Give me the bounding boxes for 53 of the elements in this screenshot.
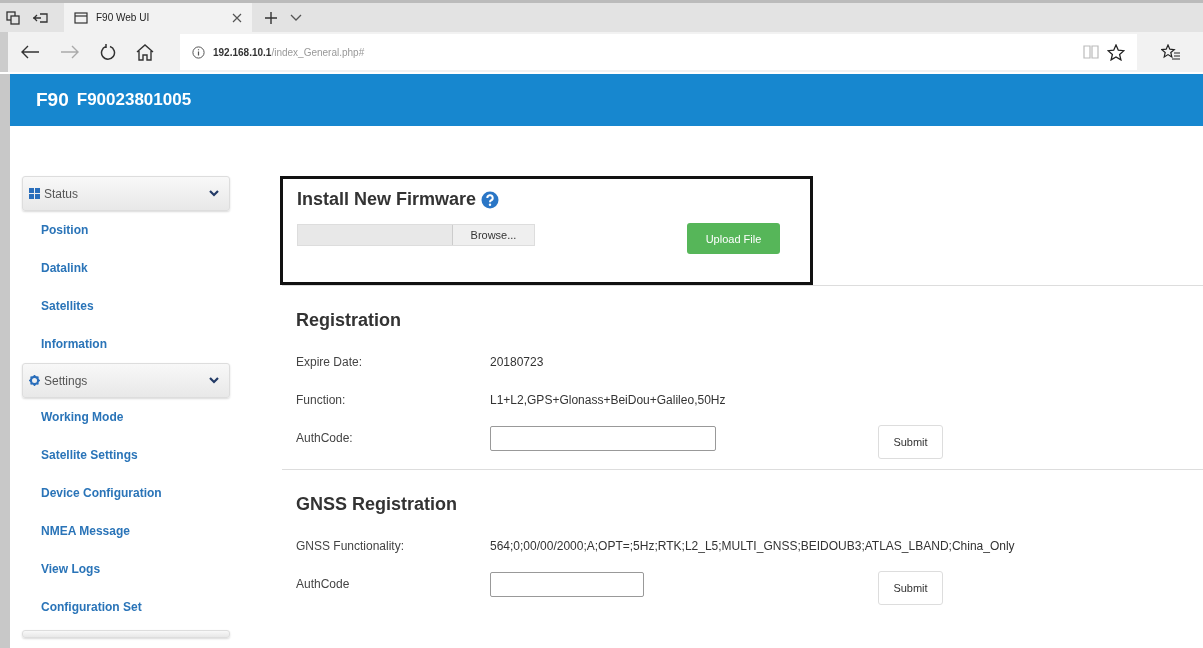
field-value: 564;0;00/00/2000;A;OPT=;5Hz;RTK;L2_L5;MULTI_GNSS;BEIDOUB3;ATLAS_LBAND;China_Only — [490, 539, 1015, 553]
model-name: F90 — [36, 89, 69, 111]
field-label: AuthCode — [296, 577, 351, 591]
submit-button[interactable]: Submit — [878, 571, 943, 605]
field-label: Expire Date: — [296, 355, 364, 369]
chevron-down-icon — [209, 190, 219, 197]
menu-link[interactable]: Satellites — [22, 287, 94, 325]
field-label: GNSS Functionality: — [296, 539, 406, 553]
menu-link[interactable]: Working Mode — [22, 398, 124, 436]
url-text: 192.168.10.1/index_General.php# — [213, 46, 365, 58]
address-bar[interactable]: 192.168.10.1/index_General.php# — [180, 34, 1137, 70]
tab-windows-icon[interactable] — [6, 10, 20, 25]
home-icon[interactable] — [136, 43, 154, 61]
menu-link[interactable]: Device Configuration — [22, 474, 162, 512]
back-arrow-icon[interactable] — [20, 45, 40, 59]
menu-link[interactable]: Satellite Settings — [22, 436, 138, 474]
menu-section-header[interactable]: Settings — [22, 363, 230, 398]
menu-link[interactable]: View Logs — [22, 550, 101, 588]
star-icon[interactable] — [1107, 43, 1125, 61]
input-field[interactable] — [490, 425, 716, 451]
set-aside-tabs-icon[interactable] — [32, 11, 48, 24]
refresh-icon[interactable] — [100, 43, 116, 61]
serial-number: F90023801005 — [76, 90, 192, 110]
field-label: AuthCode: — [296, 431, 354, 445]
browse-button[interactable]: Browse... — [452, 225, 534, 245]
grid-icon — [29, 188, 40, 199]
tab-title: F90 Web UI — [96, 12, 151, 23]
chevron-down-icon[interactable] — [290, 13, 302, 22]
upload-file-button[interactable]: Upload File — [687, 223, 780, 254]
file-input[interactable]: Browse... — [297, 224, 535, 246]
close-icon[interactable] — [232, 12, 242, 23]
gear-icon — [29, 375, 40, 386]
menu-link[interactable]: NMEA Message — [22, 512, 130, 550]
field-value: 20180723 — [490, 355, 544, 369]
menu-link[interactable]: Configuration Set — [22, 588, 142, 626]
info-icon — [192, 45, 205, 59]
browser-tab[interactable]: F90 Web UI — [64, 3, 252, 32]
help-icon[interactable] — [481, 190, 500, 209]
menu-section-header[interactable]: Status — [22, 176, 230, 211]
field-label: Function: — [296, 393, 347, 407]
page-icon — [74, 11, 88, 24]
section-title: GNSS Registration — [296, 494, 459, 515]
favorites-list-icon[interactable] — [1161, 43, 1181, 61]
submit-button[interactable]: Submit — [878, 425, 943, 459]
input-field[interactable] — [490, 571, 644, 597]
menu-link[interactable]: Information — [22, 325, 107, 363]
menu-link[interactable]: Position — [22, 211, 89, 249]
section-title: Registration — [296, 310, 402, 331]
new-tab-icon[interactable] — [264, 10, 278, 25]
field-value: L1+L2,GPS+Glonass+BeiDou+Galileo,50Hz — [490, 393, 726, 407]
section-title: Install New Firmware — [297, 189, 477, 210]
chevron-down-icon — [209, 377, 219, 384]
menu-link[interactable]: Datalink — [22, 249, 88, 287]
